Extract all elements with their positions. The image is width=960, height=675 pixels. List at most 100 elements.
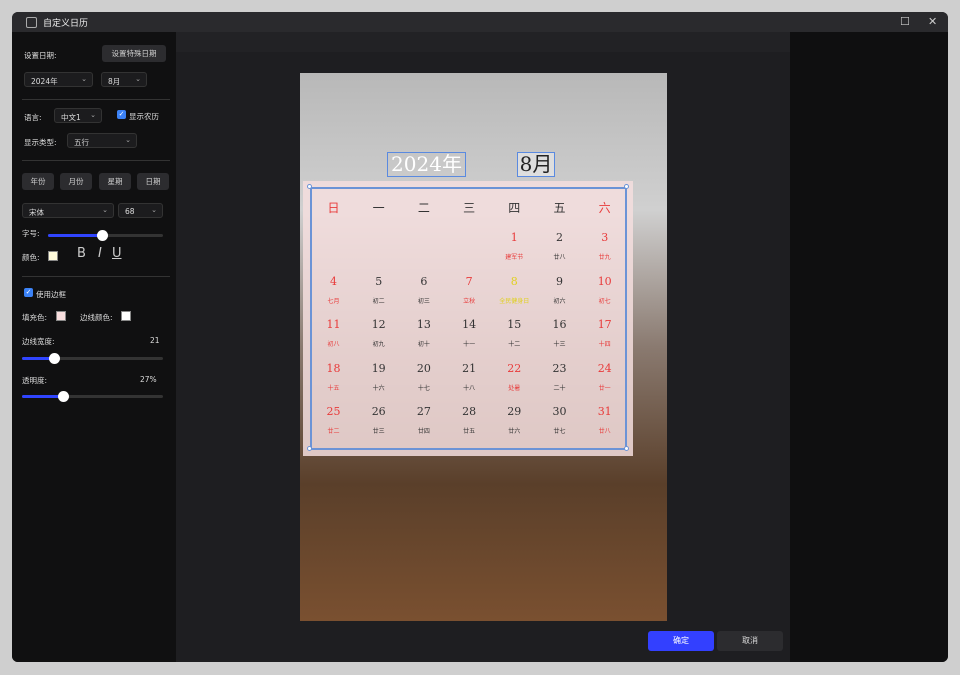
calendar-day: 16 十三 (537, 318, 582, 348)
day-number: 23 (552, 361, 567, 375)
lunar-label: 廿九 (598, 254, 611, 261)
day-number: 22 (507, 361, 522, 375)
lunar-label: 建军节 (505, 254, 524, 261)
slider-handle[interactable] (97, 230, 109, 241)
month-text-box[interactable]: 8月 (517, 152, 555, 177)
calendar-day: 3 廿九 (582, 231, 627, 261)
special-date-button[interactable]: 设置特殊日期 (102, 45, 166, 62)
day-number: 2 (556, 231, 563, 244)
title-bar: 自定义日历 ☐ ✕ (12, 12, 948, 32)
tab-weekday[interactable]: 星期 (99, 173, 131, 190)
lunar-label: 初六 (553, 297, 566, 305)
day-number: 9 (556, 274, 563, 288)
chevron-down-icon: ⌄ (102, 206, 108, 214)
lunar-label: 初八 (327, 341, 340, 349)
italic-button[interactable]: I (98, 246, 102, 261)
lunar-label: 廿五 (463, 428, 476, 436)
chevron-down-icon: ⌄ (135, 75, 141, 83)
chevron-down-icon: ⌄ (125, 136, 131, 144)
size-slider[interactable] (48, 230, 163, 241)
set-date-label: 设置日期: (24, 51, 57, 60)
day-number: 4 (330, 274, 337, 288)
slider-handle[interactable] (57, 391, 69, 402)
use-border-checkbox[interactable]: ✓ (24, 288, 33, 297)
calendar-day: 5 初二 (356, 275, 401, 305)
opacity-value: 27% (140, 375, 157, 384)
display-type-select[interactable]: 五行 ⌄ (67, 133, 137, 148)
language-value: 中文1 (61, 113, 81, 122)
color-label: 颜色: (22, 253, 40, 262)
month-select[interactable]: 8月 ⌄ (101, 72, 147, 87)
calendar-day: 7 立秋 (447, 275, 492, 305)
preview-toolbar (176, 32, 790, 52)
day-number: 8 (510, 274, 518, 288)
lunar-label: 十一 (463, 341, 476, 349)
day-number: 30 (552, 405, 567, 419)
tab-year[interactable]: 年份 (22, 173, 54, 190)
display-type-value: 五行 (74, 138, 89, 147)
year-text-box[interactable]: 2024年 (387, 152, 466, 177)
tab-month[interactable]: 月份 (60, 173, 92, 190)
year-select[interactable]: 2024年 ⌄ (24, 72, 93, 87)
calendar-day: 19 十六 (356, 362, 401, 392)
text-color-swatch[interactable] (48, 251, 58, 261)
close-icon[interactable]: ✕ (928, 15, 937, 28)
border-width-slider[interactable] (22, 353, 163, 364)
divider (22, 160, 170, 161)
lunar-label: 初二 (372, 297, 385, 305)
divider (22, 276, 170, 277)
resize-handle[interactable] (624, 184, 629, 189)
year-value: 2024年 (31, 77, 58, 86)
lunar-label: 十二 (508, 341, 521, 349)
chevron-down-icon: ⌄ (81, 75, 87, 83)
bold-button[interactable]: B (77, 246, 86, 261)
resize-handle[interactable] (624, 446, 629, 451)
opacity-label: 透明度: (22, 376, 48, 385)
tab-date[interactable]: 日期 (137, 173, 169, 190)
weekday-header: 日 (327, 201, 340, 215)
calendar-day: 10 初七 (582, 275, 627, 305)
font-select[interactable]: 宋体 ⌄ (22, 203, 114, 218)
day-number: 24 (597, 361, 612, 375)
day-number: 6 (420, 274, 428, 288)
show-lunar-checkbox[interactable]: ✓ (117, 110, 126, 119)
size-label: 字号: (22, 229, 40, 238)
underline-button[interactable]: U (112, 246, 122, 261)
calendar-day: 22 处暑 (492, 362, 537, 392)
show-lunar-label: 显示农历 (129, 112, 159, 121)
language-select[interactable]: 中文1 ⌄ (54, 108, 102, 123)
fill-color-swatch[interactable] (56, 311, 66, 321)
day-number: 20 (416, 361, 431, 375)
font-size-select[interactable]: 68 ⌄ (118, 203, 163, 218)
calendar-day: 23 二十 (537, 362, 582, 392)
calendar-day: 18 十五 (311, 362, 356, 392)
opacity-slider[interactable] (22, 391, 163, 402)
ok-button[interactable]: 确定 (648, 631, 714, 651)
lunar-label: 十七 (417, 384, 430, 392)
lunar-label: 廿六 (508, 428, 521, 436)
cancel-button[interactable]: 取消 (717, 631, 783, 651)
day-number: 31 (597, 405, 612, 419)
calendar-day: 27 廿四 (401, 405, 446, 435)
calendar-day: 24 廿一 (582, 362, 627, 392)
lunar-label: 廿四 (417, 428, 430, 436)
maximize-icon[interactable]: ☐ (900, 15, 910, 28)
calendar-day: 20 十七 (401, 362, 446, 392)
slider-handle[interactable] (49, 353, 61, 364)
lunar-label: 初九 (372, 341, 385, 349)
lunar-label: 十三 (553, 341, 566, 349)
border-color-swatch[interactable] (121, 311, 131, 321)
calendar-day: 8 全民健身日 (492, 275, 537, 305)
weekday-header: 六 (598, 201, 611, 215)
calendar-day: 21 十八 (447, 362, 492, 392)
lunar-label: 七月 (327, 297, 340, 305)
lunar-label: 十四 (598, 341, 611, 349)
day-number: 19 (371, 361, 386, 375)
day-number: 13 (416, 318, 431, 332)
resize-handle[interactable] (307, 184, 312, 189)
day-number: 5 (375, 274, 383, 288)
lunar-label: 处暑 (508, 384, 521, 392)
resize-handle[interactable] (307, 446, 312, 451)
calendar-day: 15 十二 (492, 318, 537, 348)
month-value: 8月 (108, 77, 121, 86)
